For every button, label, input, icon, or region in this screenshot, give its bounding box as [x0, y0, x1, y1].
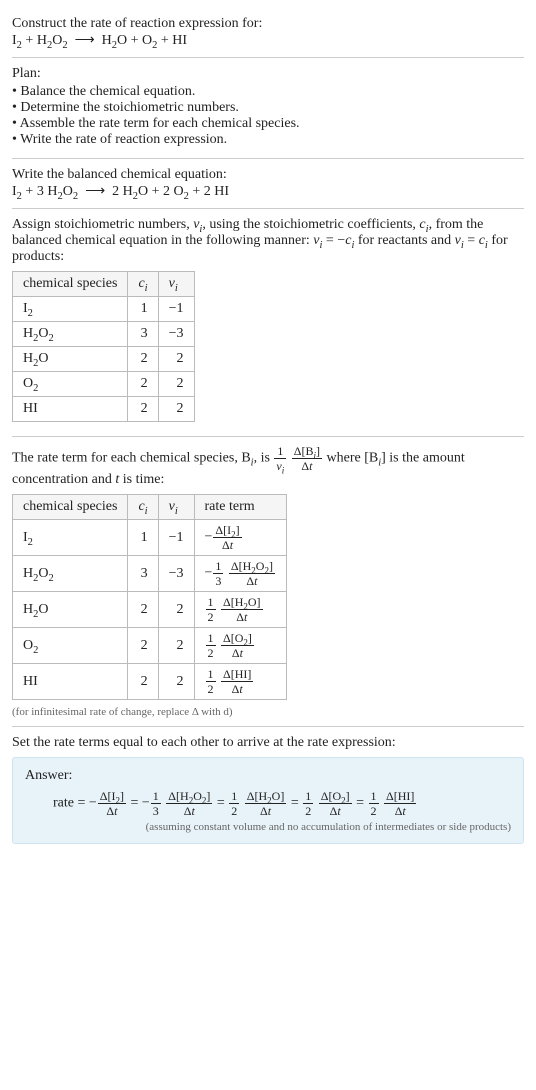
cell-species: O2 [13, 372, 128, 397]
cell-nui: −1 [158, 297, 194, 322]
cell-nui: −3 [158, 322, 194, 347]
stoich-table: chemical species ci νi I2 1 −1 H2O2 3 −3… [12, 271, 195, 422]
cell-species: O2 [13, 628, 128, 664]
table-header-row: chemical species ci νi rate term [13, 495, 287, 520]
cell-nui: 2 [158, 628, 194, 664]
cell-species: H2O2 [13, 556, 128, 592]
rateterm-text: The rate term for each chemical species,… [12, 445, 524, 488]
cell-species: H2O [13, 592, 128, 628]
balanced-section: Write the balanced chemical equation: I2… [12, 159, 524, 209]
table-row: H2O2 3 −3 −13 Δ[H2O2]Δt [13, 556, 287, 592]
cell-nui: 2 [158, 592, 194, 628]
plan-section: Plan: Balance the chemical equation. Det… [12, 58, 524, 159]
table-header-row: chemical species ci νi [13, 272, 195, 297]
cell-ci: 2 [128, 347, 158, 372]
rateterm-note: (for infinitesimal rate of change, repla… [12, 706, 524, 718]
cell-ci: 3 [128, 322, 158, 347]
table-row: I2 1 −1 −Δ[I2]Δt [13, 520, 287, 556]
table-row: O2 2 2 [13, 372, 195, 397]
cell-species: HI [13, 664, 128, 700]
rateterm-section: The rate term for each chemical species,… [12, 437, 524, 727]
stoich-section: Assign stoichiometric numbers, νi, using… [12, 209, 524, 437]
cell-rate: 12 Δ[O2]Δt [194, 628, 286, 664]
col-ci: ci [128, 272, 158, 297]
table-row: O2 2 2 12 Δ[O2]Δt [13, 628, 287, 664]
answer-note: (assuming constant volume and no accumul… [25, 821, 511, 833]
table-row: H2O 2 2 [13, 347, 195, 372]
plan-label: Plan: [12, 66, 524, 82]
cell-nui: 2 [158, 347, 194, 372]
cell-ci: 3 [128, 556, 158, 592]
cell-ci: 2 [128, 664, 158, 700]
cell-rate: −13 Δ[H2O2]Δt [194, 556, 286, 592]
cell-ci: 2 [128, 628, 158, 664]
cell-species: H2O [13, 347, 128, 372]
col-rate: rate term [194, 495, 286, 520]
rateterm-table: chemical species ci νi rate term I2 1 −1… [12, 494, 287, 700]
col-species: chemical species [13, 495, 128, 520]
cell-species: HI [13, 397, 128, 422]
cell-species: H2O2 [13, 322, 128, 347]
cell-rate: 12 Δ[H2O]Δt [194, 592, 286, 628]
answer-label: Answer: [25, 768, 511, 784]
col-ci: ci [128, 495, 158, 520]
final-label: Set the rate terms equal to each other t… [12, 735, 524, 751]
cell-rate: −Δ[I2]Δt [194, 520, 286, 556]
table-row: HI 2 2 12 Δ[HI]Δt [13, 664, 287, 700]
plan-item: Assemble the rate term for each chemical… [12, 116, 524, 132]
cell-ci: 1 [128, 297, 158, 322]
table-row: HI 2 2 [13, 397, 195, 422]
cell-species: I2 [13, 520, 128, 556]
plan-list: Balance the chemical equation. Determine… [12, 84, 524, 148]
cell-ci: 1 [128, 520, 158, 556]
cell-nui: −1 [158, 520, 194, 556]
col-nui: νi [158, 495, 194, 520]
answer-box: Answer: rate = −Δ[I2]Δt = −13 Δ[H2O2]Δt … [12, 757, 524, 844]
stoich-text: Assign stoichiometric numbers, νi, using… [12, 217, 524, 265]
cell-rate: 12 Δ[HI]Δt [194, 664, 286, 700]
cell-nui: −3 [158, 556, 194, 592]
plan-item: Write the rate of reaction expression. [12, 132, 524, 148]
cell-nui: 2 [158, 397, 194, 422]
balanced-equation: I2 + 3 H2O2 ⟶ 2 H2O + 2 O2 + 2 HI [12, 183, 524, 200]
table-row: H2O 2 2 12 Δ[H2O]Δt [13, 592, 287, 628]
cell-nui: 2 [158, 664, 194, 700]
plan-item: Determine the stoichiometric numbers. [12, 100, 524, 116]
intro-equation: I2 + H2O2 ⟶ H2O + O2 + HI [12, 32, 524, 49]
final-section: Set the rate terms equal to each other t… [12, 727, 524, 852]
cell-ci: 2 [128, 397, 158, 422]
cell-nui: 2 [158, 372, 194, 397]
table-row: I2 1 −1 [13, 297, 195, 322]
plan-item: Balance the chemical equation. [12, 84, 524, 100]
col-nui: νi [158, 272, 194, 297]
cell-species: I2 [13, 297, 128, 322]
table-row: H2O2 3 −3 [13, 322, 195, 347]
balanced-label: Write the balanced chemical equation: [12, 167, 524, 183]
cell-ci: 2 [128, 592, 158, 628]
answer-expression: rate = −Δ[I2]Δt = −13 Δ[H2O2]Δt = 12 Δ[H… [25, 790, 511, 817]
cell-ci: 2 [128, 372, 158, 397]
intro-title: Construct the rate of reaction expressio… [12, 16, 524, 32]
col-species: chemical species [13, 272, 128, 297]
intro-section: Construct the rate of reaction expressio… [12, 8, 524, 58]
